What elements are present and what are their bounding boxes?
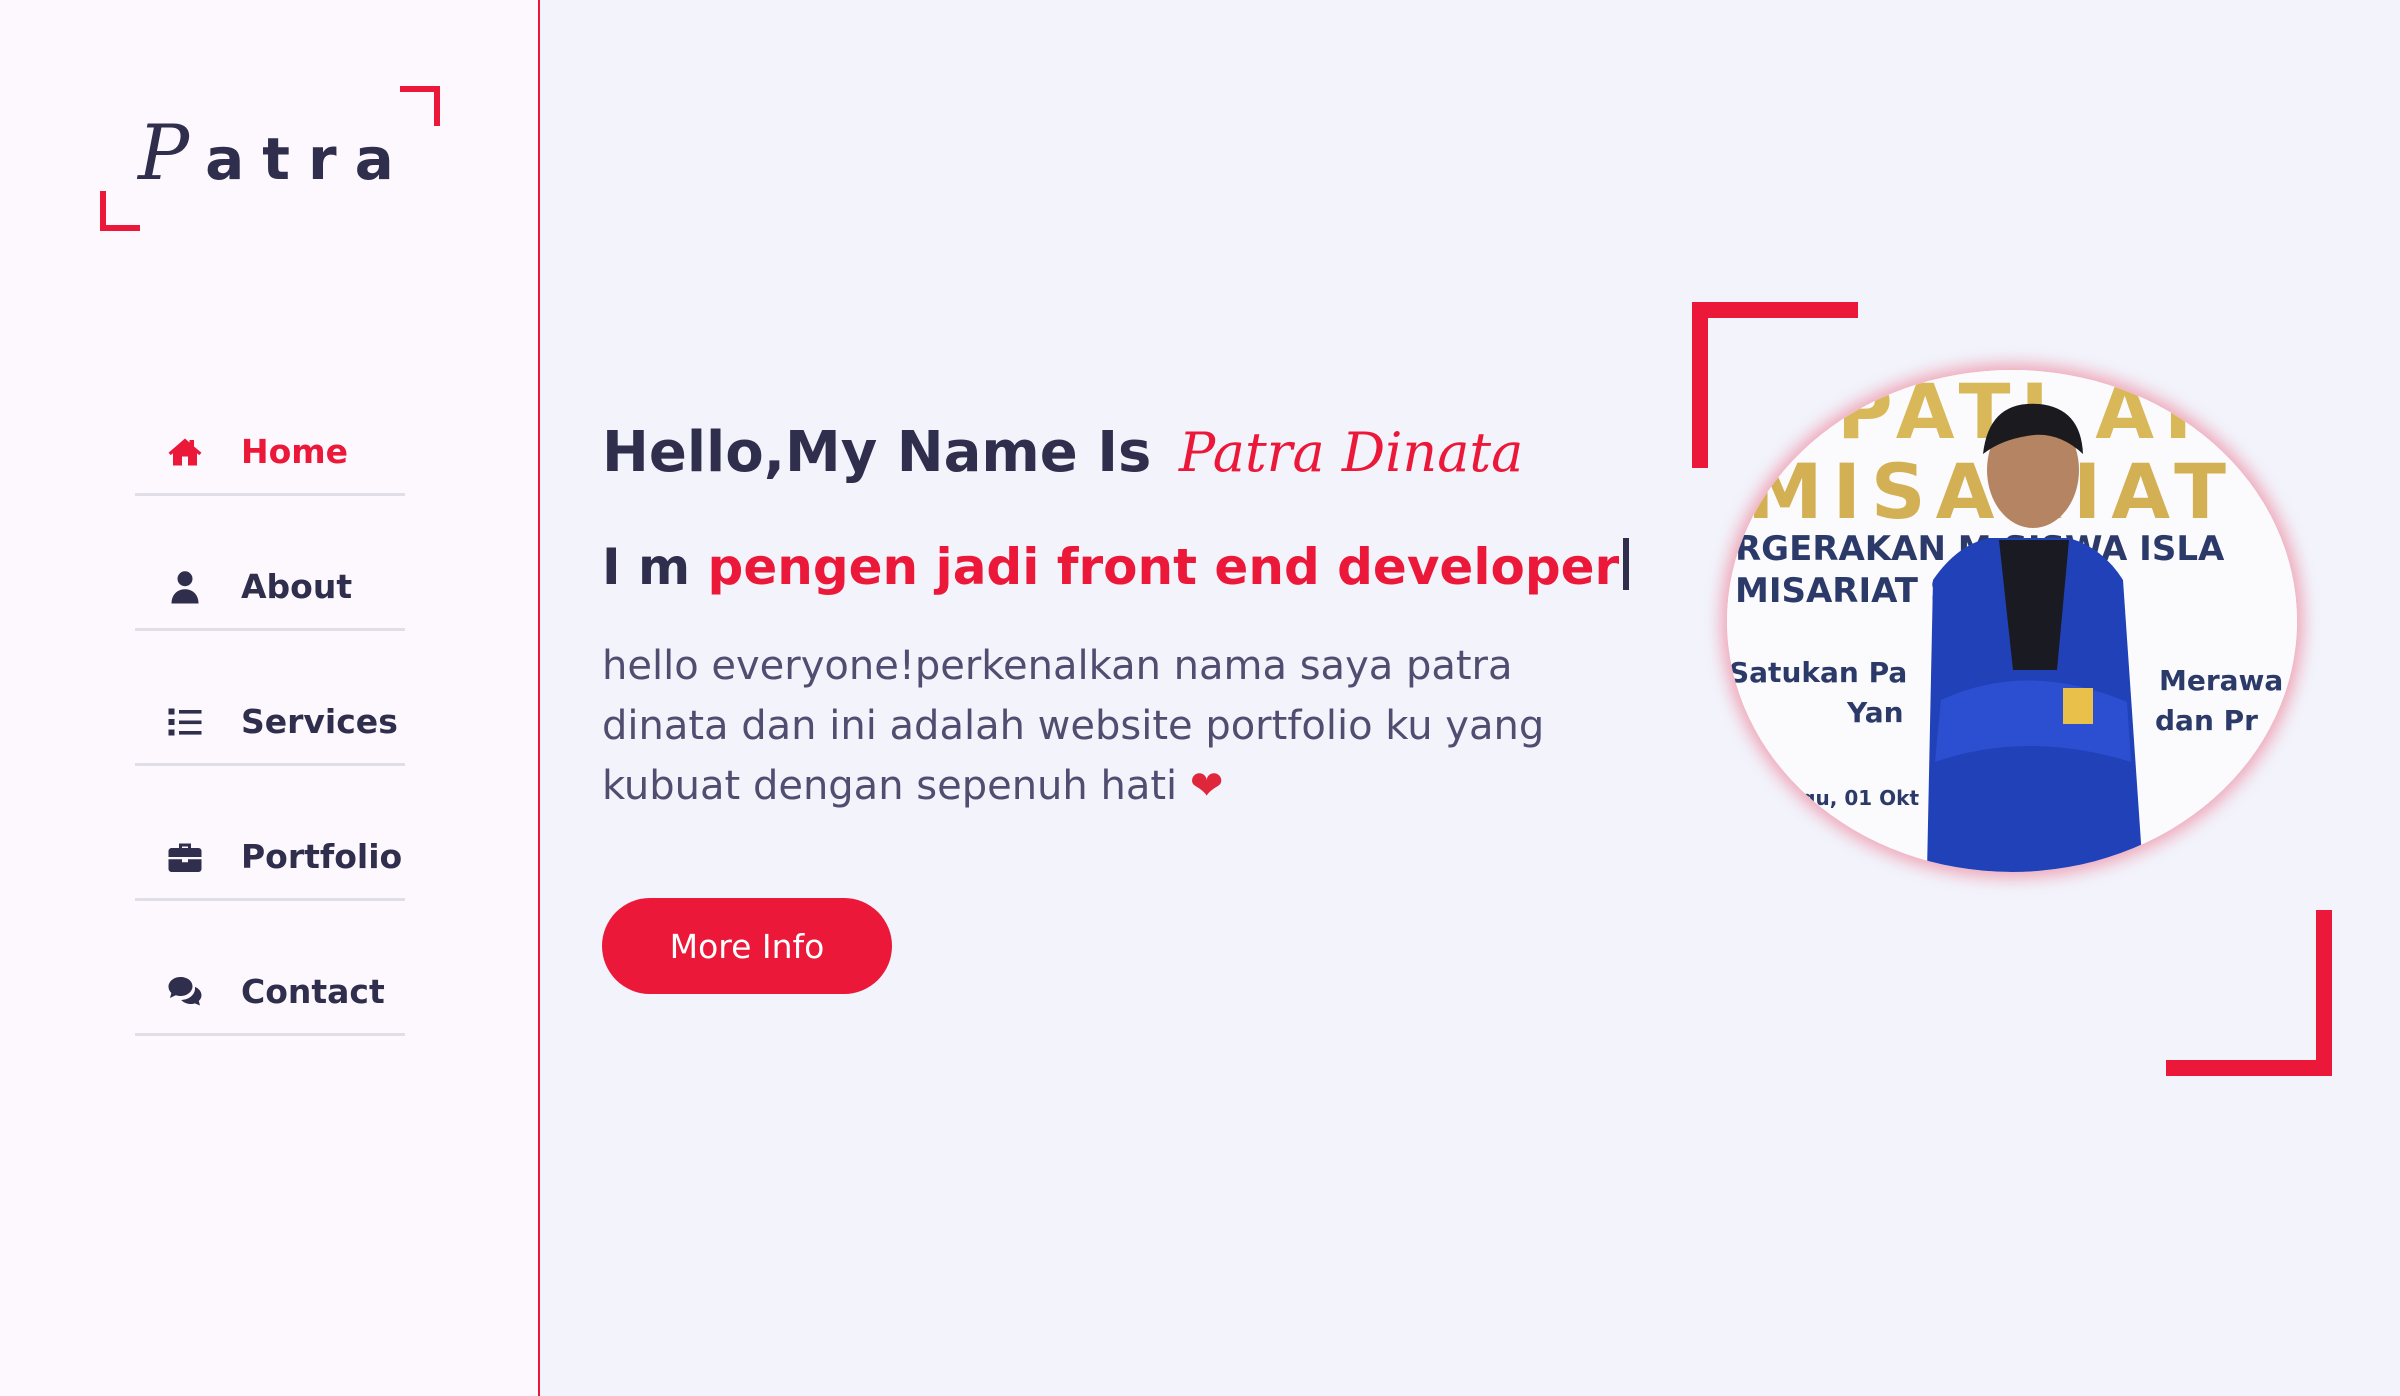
hero-name: Patra Dinata [1178, 421, 1524, 484]
frame-corner-bottom-right [2166, 910, 2332, 1076]
nav-item-portfolio[interactable]: Portfolio [135, 815, 405, 901]
comments-icon [165, 972, 205, 1012]
profile-photo-image: PATI AI MISARIAT RGERAKAN M SISWA ISLA M… [1727, 370, 2297, 872]
nav-item-home[interactable]: Home [135, 410, 405, 496]
profile-photo-frame: PATI AI MISARIAT RGERAKAN M SISWA ISLA M… [1692, 302, 2332, 1076]
banner-line-8: dan Pr [2155, 704, 2258, 737]
banner-line-9: ngu, 01 Okt [1787, 786, 1919, 810]
banner-line-5: Satukan Pa [1729, 656, 1907, 689]
sidebar: Patra Home About Services Portfolio Cont… [0, 0, 540, 1396]
more-info-button[interactable]: More Info [602, 898, 892, 994]
greeting-text: Hello,My Name Is [602, 420, 1152, 485]
hero-section: Hello,My Name Is Patra Dinata I m pengen… [540, 0, 2400, 1396]
profile-photo: PATI AI MISARIAT RGERAKAN M SISWA ISLA M… [1727, 370, 2297, 872]
banner-line-7: Merawa [2159, 664, 2283, 697]
logo-corner-bottom-left [100, 191, 140, 231]
briefcase-icon [165, 837, 205, 877]
nav-item-contact[interactable]: Contact [135, 950, 405, 1036]
jacket-badge [2063, 688, 2093, 724]
home-icon [165, 432, 205, 472]
nav-label-contact: Contact [241, 972, 385, 1011]
role-typed-text: pengen jadi front end developer [707, 538, 1620, 596]
nav-item-about[interactable]: About [135, 545, 405, 631]
hero-role: I m pengen jadi front end developer [602, 538, 1630, 596]
list-icon [165, 702, 205, 742]
logo[interactable]: Patra [100, 86, 440, 231]
user-icon [165, 567, 205, 607]
main-nav: Home About Services Portfolio Contact [135, 410, 405, 1085]
nav-label-home: Home [241, 432, 349, 471]
heart-icon: ❤ [1189, 763, 1224, 809]
logo-text: Patra [138, 108, 412, 197]
nav-label-about: About [241, 567, 353, 606]
nav-label-portfolio: Portfolio [241, 837, 403, 876]
logo-first-letter: P [138, 108, 206, 197]
hero-description: hello everyone!perkenalkan nama saya pat… [602, 636, 1562, 816]
logo-rest: atra [205, 125, 412, 193]
hero-greeting: Hello,My Name Is Patra Dinata [602, 420, 1523, 485]
banner-line-6: Yan [1846, 696, 1904, 729]
nav-label-services: Services [241, 702, 398, 741]
description-text: hello everyone!perkenalkan nama saya pat… [602, 643, 1545, 809]
typing-cursor [1623, 538, 1630, 590]
role-prefix: I m [602, 538, 691, 596]
nav-item-services[interactable]: Services [135, 680, 405, 766]
